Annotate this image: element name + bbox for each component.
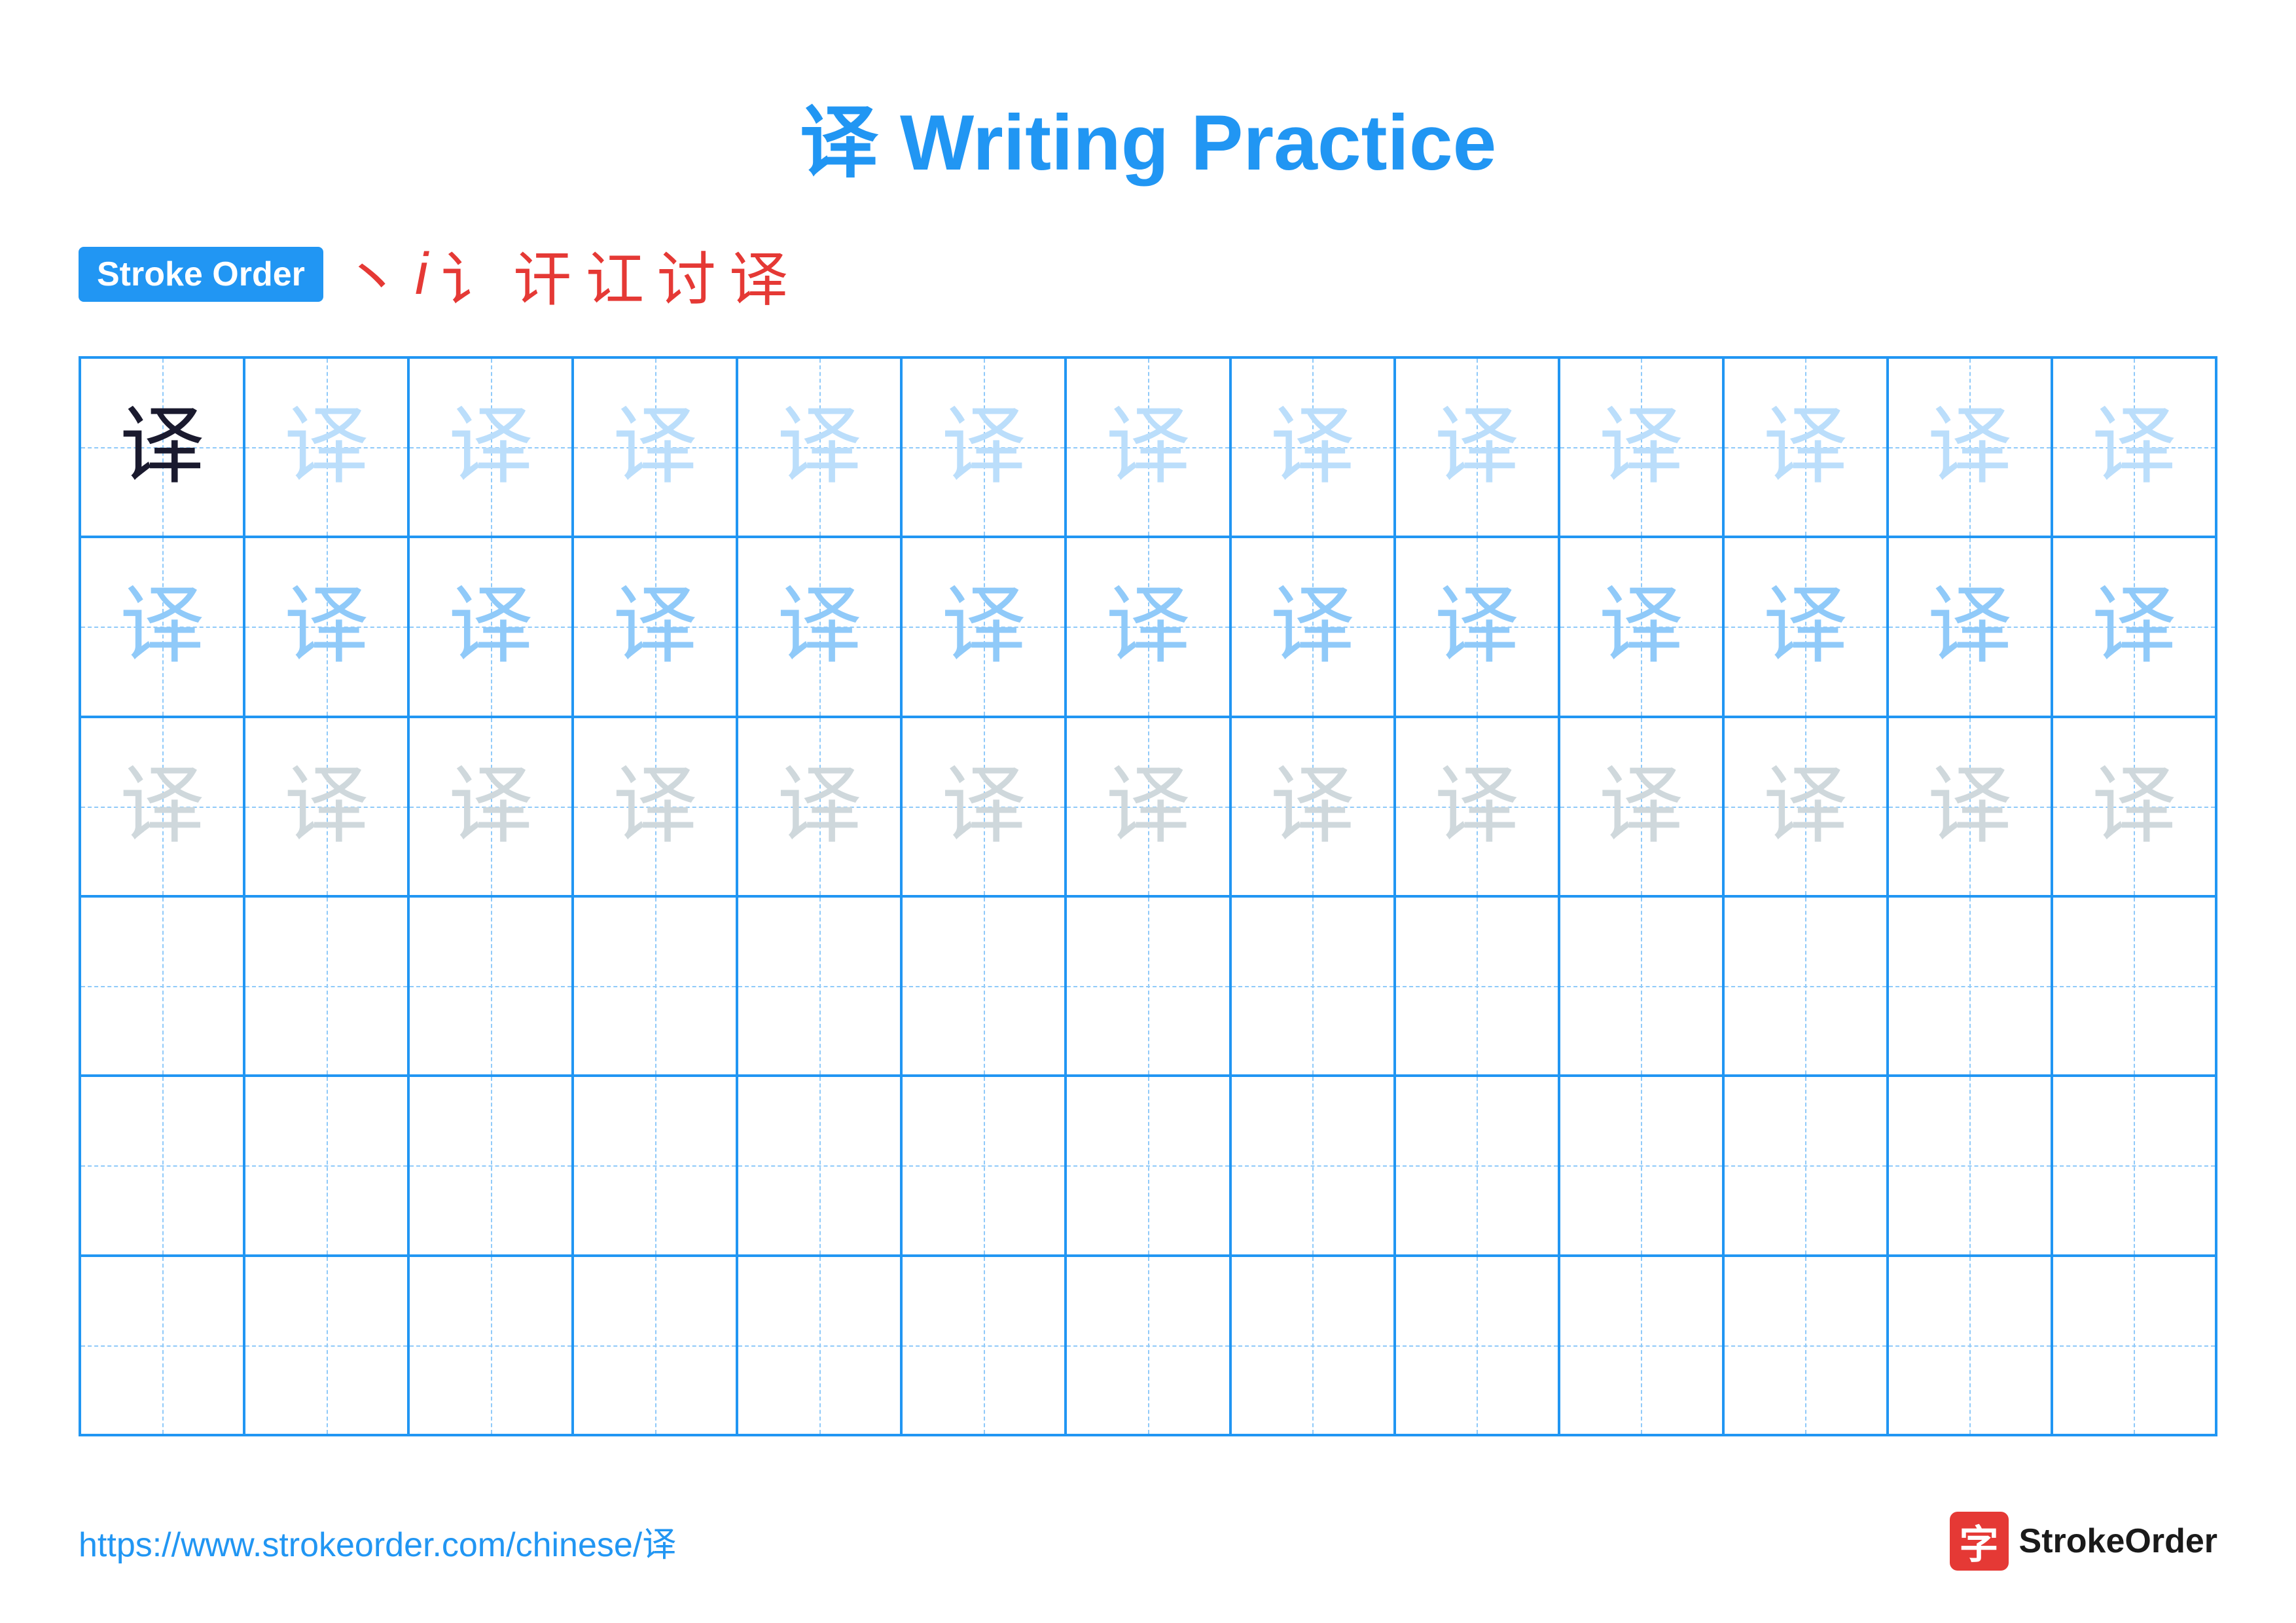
grid-cell[interactable]: 译 [1395, 357, 1559, 537]
grid-cell[interactable] [2052, 896, 2216, 1076]
grid-cell[interactable] [573, 896, 737, 1076]
grid-cell[interactable] [1888, 1256, 2052, 1435]
grid-cell[interactable] [1559, 1256, 1723, 1435]
stroke-1: 丶 [343, 232, 402, 317]
grid-cell[interactable]: 译 [1559, 357, 1723, 537]
grid-cell[interactable] [244, 1256, 408, 1435]
practice-grid: 译译译译译译译译译译译译译译译译译译译译译译译译译译译译译译译译译译译译译译译 [79, 356, 2217, 1436]
grid-cell[interactable]: 译 [573, 357, 737, 537]
grid-cell[interactable]: 译 [244, 717, 408, 896]
grid-cell[interactable] [1066, 896, 1230, 1076]
grid-cell[interactable]: 译 [1723, 717, 1888, 896]
grid-cell[interactable]: 译 [737, 717, 901, 896]
grid-cell[interactable]: 译 [2052, 717, 2216, 896]
grid-cell[interactable]: 译 [244, 357, 408, 537]
grid-cell[interactable]: 译 [901, 717, 1066, 896]
grid-cell[interactable] [737, 1076, 901, 1255]
grid-cell[interactable] [408, 1076, 573, 1255]
grid-cell[interactable] [1230, 896, 1395, 1076]
grid-cell[interactable]: 译 [901, 537, 1066, 716]
logo-icon: 字 [1950, 1512, 2009, 1571]
stroke-4: 讦 [513, 232, 572, 317]
grid-cell[interactable]: 译 [1723, 357, 1888, 537]
grid-cell[interactable]: 译 [1723, 537, 1888, 716]
grid-cell[interactable]: 译 [2052, 537, 2216, 716]
grid-cell[interactable]: 译 [901, 357, 1066, 537]
stroke-7: 译 [729, 232, 788, 317]
grid-cell[interactable]: 译 [80, 537, 244, 716]
stroke-6: 讨 [657, 232, 716, 317]
grid-cell[interactable]: 译 [1066, 537, 1230, 716]
grid-cell[interactable] [1395, 896, 1559, 1076]
footer-url: https://www.strokeorder.com/chinese/译 [79, 1517, 676, 1566]
grid-cell[interactable] [901, 1076, 1066, 1255]
footer-logo: 字 StrokeOrder [1950, 1512, 2217, 1571]
grid-cell[interactable]: 译 [2052, 357, 2216, 537]
grid-cell[interactable]: 译 [1230, 537, 1395, 716]
grid-cell[interactable]: 译 [1230, 717, 1395, 896]
grid-cell[interactable]: 译 [1559, 717, 1723, 896]
grid-cell[interactable]: 译 [1230, 357, 1395, 537]
stroke-3: 讠 [441, 232, 500, 317]
grid-cell[interactable] [1888, 896, 2052, 1076]
grid-cell[interactable] [901, 1256, 1066, 1435]
grid-cell[interactable]: 译 [408, 537, 573, 716]
grid-cell[interactable] [1395, 1076, 1559, 1255]
grid-cell[interactable] [80, 1256, 244, 1435]
page-title: 译 Writing Practice [79, 79, 2217, 192]
grid-cell[interactable]: 译 [1888, 357, 2052, 537]
grid-cell[interactable] [737, 896, 901, 1076]
grid-cell[interactable] [573, 1076, 737, 1255]
page: 译 Writing Practice Stroke Order 丶 i 讠 讦 … [0, 0, 2296, 1623]
grid-cell[interactable] [2052, 1256, 2216, 1435]
grid-cell[interactable] [1888, 1076, 2052, 1255]
grid-cell[interactable]: 译 [408, 717, 573, 896]
grid-cell[interactable]: 译 [80, 717, 244, 896]
grid-cell[interactable] [1066, 1256, 1230, 1435]
grid-cell[interactable] [244, 1076, 408, 1255]
grid-cell[interactable]: 译 [1395, 537, 1559, 716]
grid-cell[interactable] [1723, 896, 1888, 1076]
grid-cell[interactable] [408, 1256, 573, 1435]
grid-cell[interactable] [1723, 1256, 1888, 1435]
grid-cell[interactable] [244, 896, 408, 1076]
grid-cell[interactable] [1230, 1256, 1395, 1435]
grid-cell[interactable]: 译 [573, 717, 737, 896]
grid-cell[interactable]: 译 [244, 537, 408, 716]
grid-cell[interactable] [573, 1256, 737, 1435]
stroke-order-row: Stroke Order 丶 i 讠 讦 讧 讨 译 [79, 232, 2217, 317]
grid-cell[interactable] [1723, 1076, 1888, 1255]
grid-cell[interactable] [80, 896, 244, 1076]
grid-cell[interactable]: 译 [1395, 717, 1559, 896]
grid-cell[interactable] [901, 896, 1066, 1076]
grid-cell[interactable]: 译 [1066, 717, 1230, 896]
grid-cell[interactable]: 译 [737, 357, 901, 537]
grid-cell[interactable] [1559, 1076, 1723, 1255]
grid-cell[interactable]: 译 [408, 357, 573, 537]
grid-cell[interactable]: 译 [1888, 537, 2052, 716]
grid-cell[interactable]: 译 [1888, 717, 2052, 896]
grid-cell[interactable] [737, 1256, 901, 1435]
grid-cell[interactable] [1230, 1076, 1395, 1255]
grid-cell[interactable]: 译 [80, 357, 244, 537]
footer: https://www.strokeorder.com/chinese/译 字 … [79, 1512, 2217, 1571]
grid-cell[interactable]: 译 [1066, 357, 1230, 537]
grid-cell[interactable]: 译 [1559, 537, 1723, 716]
grid-cell[interactable] [2052, 1076, 2216, 1255]
stroke-sequence: 丶 i 讠 讦 讧 讨 译 [343, 232, 788, 317]
grid-cell[interactable] [1066, 1076, 1230, 1255]
grid-cell[interactable] [80, 1076, 244, 1255]
grid-cell[interactable] [1559, 896, 1723, 1076]
grid-cell[interactable]: 译 [573, 537, 737, 716]
grid-cell[interactable]: 译 [737, 537, 901, 716]
stroke-order-badge: Stroke Order [79, 247, 323, 302]
grid-cell[interactable] [1395, 1256, 1559, 1435]
stroke-5: 讧 [585, 232, 644, 317]
logo-text: StrokeOrder [2019, 1522, 2217, 1561]
stroke-2: i [415, 241, 428, 308]
grid-cell[interactable] [408, 896, 573, 1076]
